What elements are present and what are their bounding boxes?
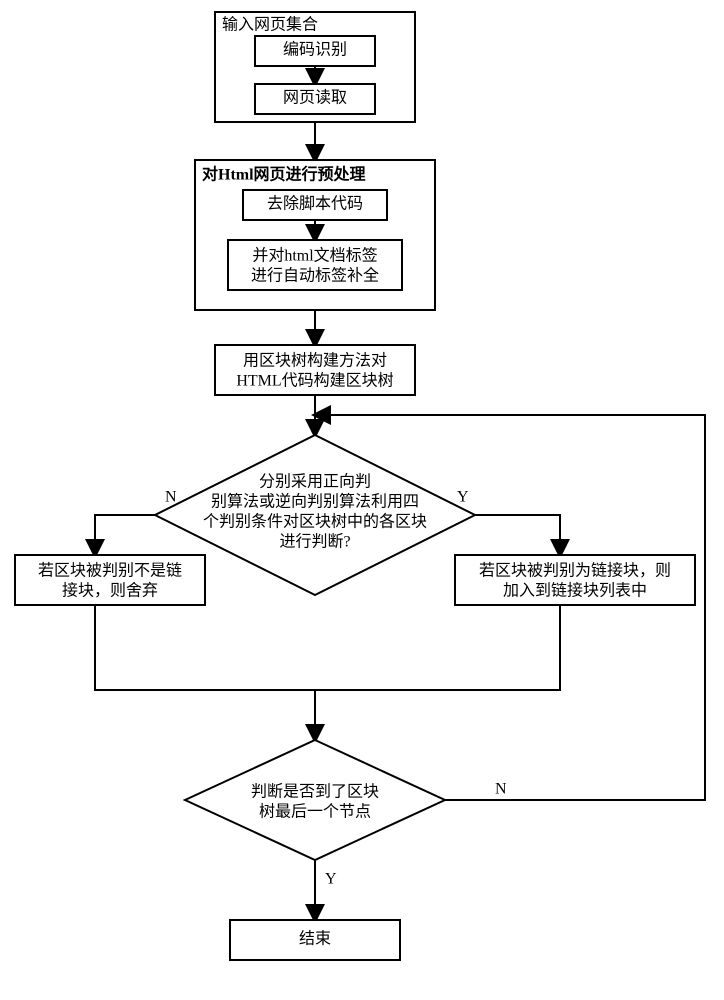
d2-yes-label: Y bbox=[325, 871, 337, 888]
stage2-title: 对Html网页进行预处理 bbox=[202, 165, 366, 184]
arrow-d1-n bbox=[95, 515, 155, 555]
stage2-step1-label: 去除脚本代码 bbox=[267, 195, 363, 213]
stage1-step2-label: 网页读取 bbox=[283, 89, 347, 107]
branch-y-l2: 加入到链接块列表中 bbox=[503, 582, 647, 600]
decision1-l1: 分别采用正向判 bbox=[259, 473, 371, 491]
d1-no-label: N bbox=[165, 489, 177, 506]
decision2-l1: 判断是否到了区块 bbox=[251, 783, 379, 801]
branch-n-l1: 若区块被判别不是链 bbox=[38, 562, 182, 580]
d1-yes-label: Y bbox=[457, 489, 469, 506]
decision1-l3: 个判别条件对区块树中的各区块 bbox=[203, 513, 427, 531]
stage2-step2-l2: 进行自动标签补全 bbox=[251, 267, 379, 285]
stage2-step2-l1: 并对html文档标签 bbox=[252, 247, 377, 265]
branch-y-l1: 若区块被判别为链接块，则 bbox=[479, 562, 671, 580]
arrow-d1-y bbox=[475, 515, 560, 555]
decision1-l4: 进行判断? bbox=[279, 533, 350, 551]
stage3-l2: HTML代码构建区块树 bbox=[236, 372, 393, 390]
flowchart: 输入网页集合 编码识别 网页读取 对Html网页进行预处理 去除脚本代码 并对h… bbox=[0, 0, 724, 1000]
decision1-l2: 别算法或逆向判别算法利用四 bbox=[211, 492, 419, 511]
branch-n-l2: 接块，则舍弃 bbox=[62, 582, 158, 600]
stage1-step1-label: 编码识别 bbox=[283, 41, 347, 59]
merge-right bbox=[315, 605, 560, 690]
decision2-l2: 树最后一个节点 bbox=[259, 803, 371, 821]
stage1-title: 输入网页集合 bbox=[222, 16, 318, 34]
end-label: 结束 bbox=[299, 930, 331, 948]
stage3-l1: 用区块树构建方法对 bbox=[243, 352, 387, 370]
d2-no-label: N bbox=[495, 781, 507, 798]
merge-left bbox=[95, 605, 315, 690]
